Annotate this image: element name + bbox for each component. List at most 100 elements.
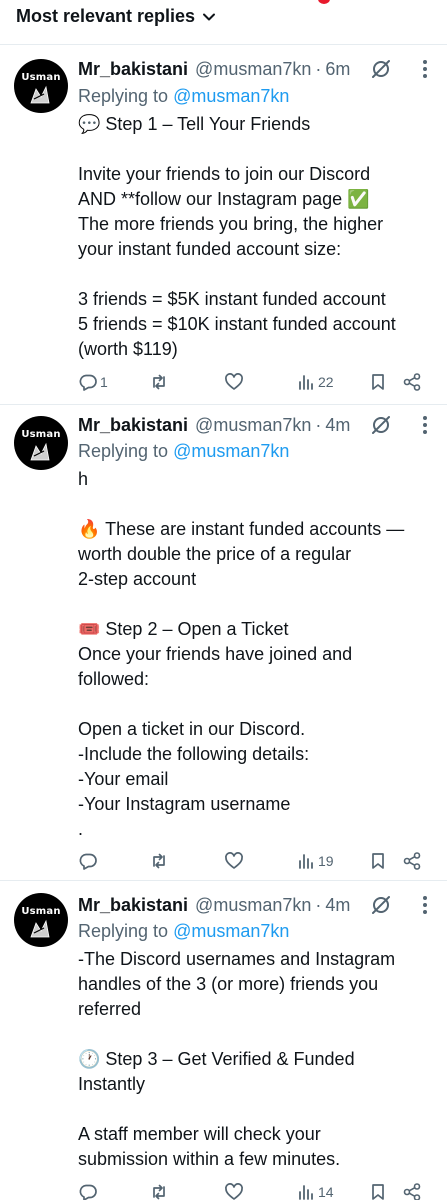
avatar-text: Usman	[21, 429, 61, 440]
repost-button[interactable]	[149, 371, 169, 393]
post-time[interactable]: 4m	[325, 415, 350, 436]
reply-post[interactable]: Usman Mr_bakistani @musman7kn · 6m Reply…	[0, 44, 447, 404]
post-text-line: 🕐 Step 3 – Get Verified & Funded	[78, 1049, 355, 1069]
replying-to-label: Replying to	[78, 921, 169, 941]
post-text-line: h	[78, 469, 89, 489]
author-handle[interactable]: @musman7kn	[195, 895, 311, 916]
share-button[interactable]	[402, 371, 422, 393]
post-text-line: 🎟️ Step 2 – Open a Ticket	[78, 619, 289, 639]
avatar[interactable]: Usman	[14, 893, 68, 947]
author-name[interactable]: Mr_bakistani	[78, 895, 188, 916]
avatar-art-icon	[30, 919, 50, 938]
reply-button[interactable]	[78, 1181, 100, 1200]
post-time[interactable]: 4m	[325, 895, 350, 916]
like-button[interactable]	[224, 850, 244, 872]
views-count: 19	[318, 853, 334, 869]
replying-to: Replying to @musman7kn	[78, 919, 289, 943]
post-text-line: handles of the 3 (or more) friends you	[78, 974, 379, 994]
bookmark-button[interactable]	[368, 850, 388, 872]
like-button[interactable]	[224, 371, 244, 393]
share-button[interactable]	[402, 850, 422, 872]
post-text-line: 3 friends = $5K instant funded account	[78, 289, 386, 309]
sort-replies-button[interactable]: Most relevant replies	[16, 6, 217, 27]
share-icon	[403, 1183, 421, 1200]
post-body: h 🔥 These are instant funded accounts — …	[78, 467, 438, 842]
post-text-line: -Your Instagram username	[78, 794, 291, 814]
post-meta: Mr_bakistani @musman7kn · 4m	[78, 893, 350, 917]
reply-button[interactable]: 1	[78, 371, 108, 393]
post-text-line: Instantly	[78, 1074, 146, 1094]
post-text-line: 🔥 These are instant funded accounts —	[78, 519, 405, 539]
post-text-line: Open a ticket in our Discord.	[78, 719, 306, 739]
bookmark-button[interactable]	[368, 1181, 388, 1200]
reply-count: 1	[100, 374, 108, 390]
post-text-line: Once your friends have joined and	[78, 644, 353, 664]
post-text-line: A staff member will check your	[78, 1124, 321, 1144]
replies-header: Most relevant replies	[0, 0, 447, 36]
post-text-line: The more friends you bring, the higher	[78, 214, 384, 234]
avatar[interactable]: Usman	[14, 416, 68, 470]
post-body: 💬 Step 1 – Tell Your Friends Invite your…	[78, 112, 438, 362]
author-name[interactable]: Mr_bakistani	[78, 415, 188, 436]
post-meta: Mr_bakistani @musman7kn · 4m	[78, 413, 350, 437]
repost-button[interactable]	[149, 850, 169, 872]
heart-icon	[225, 373, 243, 390]
red-mark	[318, 0, 330, 4]
post-meta: Mr_bakistani @musman7kn · 6m	[78, 57, 350, 81]
post-text-line: your instant funded account size:	[78, 239, 342, 259]
repost-icon	[153, 853, 165, 869]
share-icon	[403, 852, 421, 870]
author-name[interactable]: Mr_bakistani	[78, 59, 188, 80]
post-time[interactable]: 6m	[325, 59, 350, 80]
post-actions: 1 22	[78, 371, 438, 395]
post-text-line: -Your email	[78, 769, 169, 789]
grok-icon[interactable]	[370, 58, 392, 80]
author-handle[interactable]: @musman7kn	[195, 59, 311, 80]
post-text-line: referred	[78, 999, 142, 1019]
reply-post[interactable]: Usman Mr_bakistani @musman7kn · 4m Reply…	[0, 880, 447, 1200]
avatar-art-icon	[30, 442, 50, 461]
views-count: 22	[318, 374, 334, 390]
author-handle[interactable]: @musman7kn	[195, 415, 311, 436]
post-text-line: AND **follow our Instagram page ✅	[78, 189, 370, 209]
post-text-line: 5 friends = $10K instant funded account	[78, 314, 396, 334]
bookmark-button[interactable]	[368, 371, 388, 393]
post-text-line: worth double the price of a regular	[78, 544, 352, 564]
grok-icon[interactable]	[370, 414, 392, 436]
separator-dot: ·	[315, 58, 322, 79]
avatar[interactable]: Usman	[14, 59, 68, 113]
replying-to-handle[interactable]: @musman7kn	[173, 86, 289, 106]
post-text-line: -The Discord usernames and Instagram	[78, 949, 396, 969]
chevron-down-icon	[203, 13, 216, 20]
views-button[interactable]: 14	[296, 1181, 334, 1200]
more-options-icon[interactable]	[416, 414, 434, 436]
reply-post[interactable]: Usman Mr_bakistani @musman7kn · 4m Reply…	[0, 404, 447, 880]
replying-to: Replying to @musman7kn	[78, 439, 289, 463]
reply-button[interactable]	[78, 850, 100, 872]
share-button[interactable]	[402, 1181, 422, 1200]
views-button[interactable]: 22	[296, 371, 334, 393]
post-body: -The Discord usernames and Instagram han…	[78, 947, 438, 1172]
repost-icon	[153, 374, 165, 390]
more-options-icon[interactable]	[416, 894, 434, 916]
views-chart-icon	[299, 375, 313, 390]
bookmark-icon	[372, 1184, 384, 1200]
repost-icon	[153, 1184, 165, 1200]
replying-to-handle[interactable]: @musman7kn	[173, 441, 289, 461]
more-options-icon[interactable]	[416, 58, 434, 80]
post-actions: 19	[78, 850, 438, 874]
avatar-text: Usman	[21, 72, 61, 83]
replying-to-handle[interactable]: @musman7kn	[173, 921, 289, 941]
grok-icon[interactable]	[370, 894, 392, 916]
reply-icon	[79, 853, 97, 870]
views-button[interactable]: 19	[296, 850, 334, 872]
repost-button[interactable]	[149, 1181, 169, 1200]
post-text-line: submission within a few minutes.	[78, 1149, 341, 1169]
separator-dot: ·	[315, 894, 322, 915]
share-icon	[403, 373, 421, 391]
like-button[interactable]	[224, 1181, 244, 1200]
